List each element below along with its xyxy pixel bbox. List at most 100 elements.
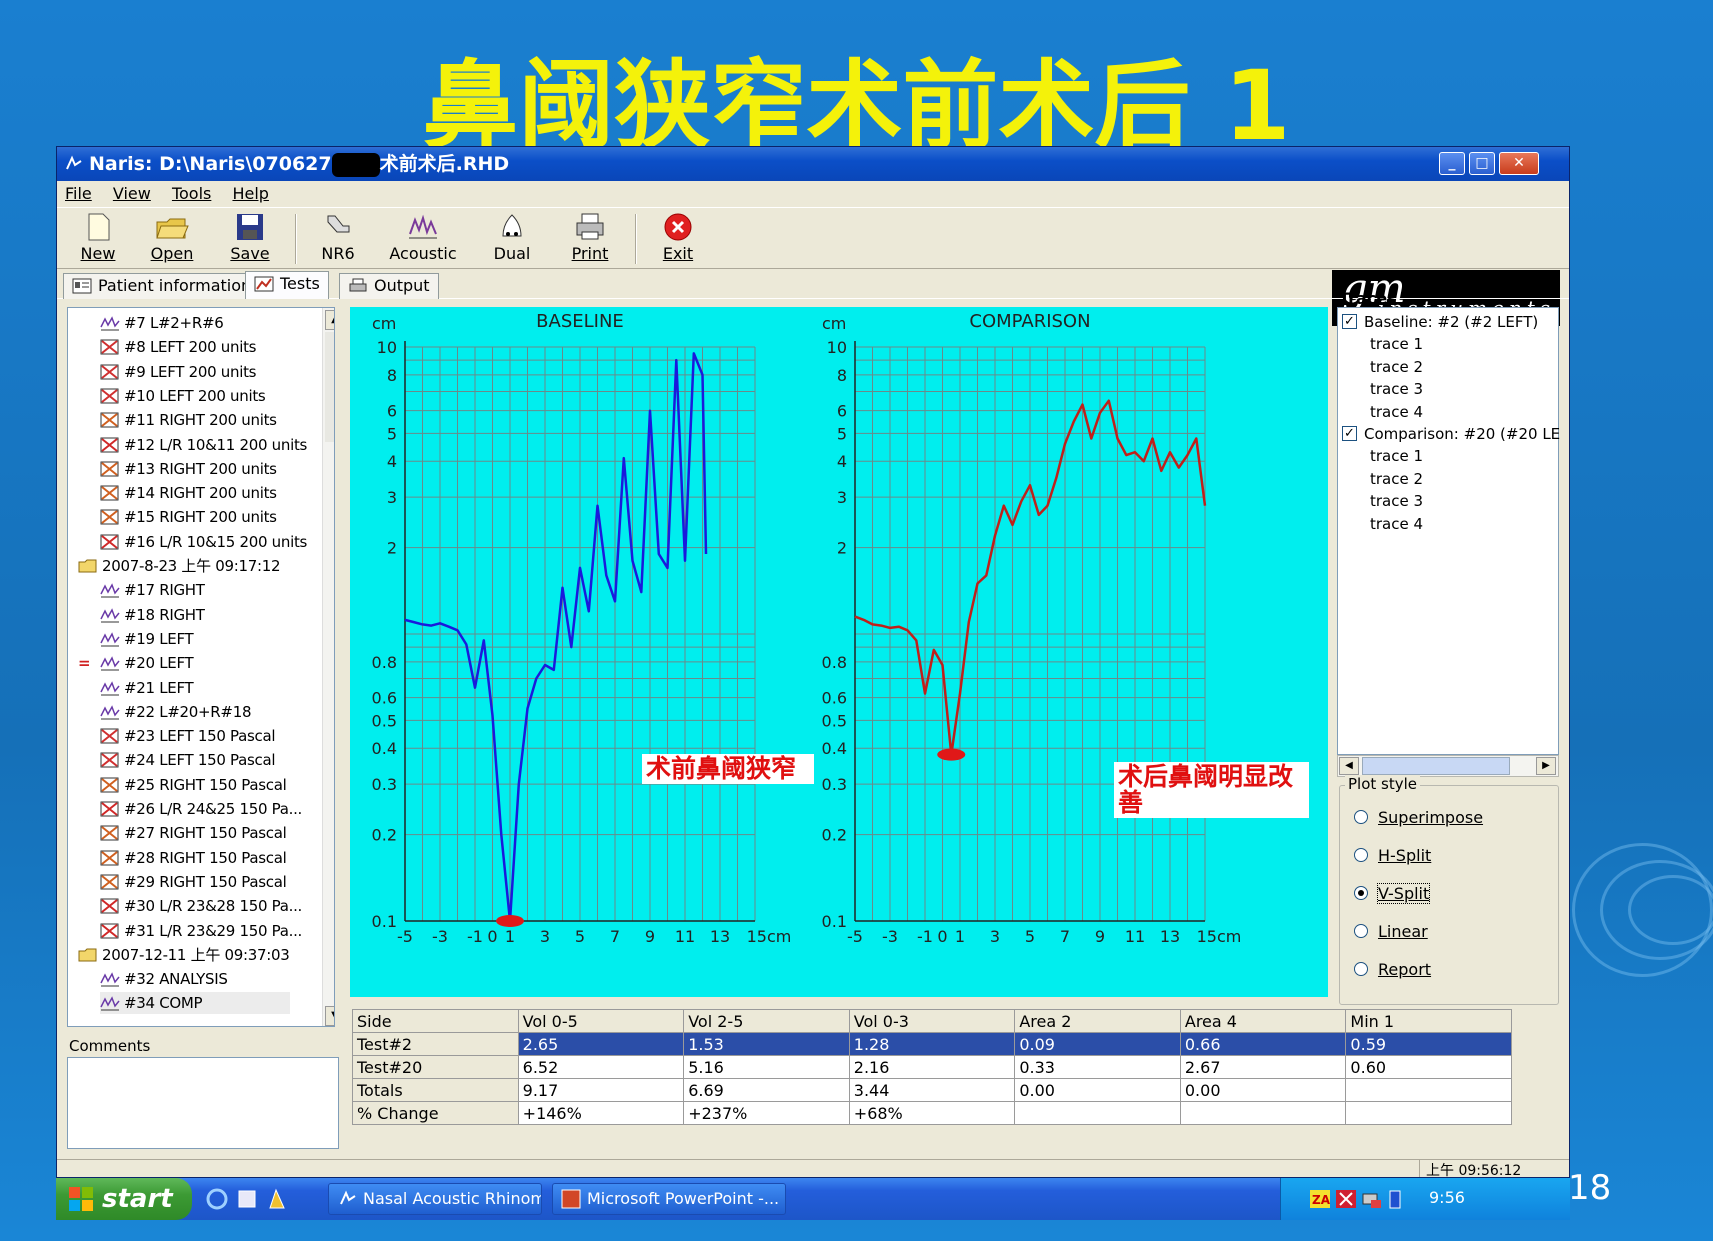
y-tick-label: 10 [827, 338, 847, 357]
trace-label: trace 1 [1370, 335, 1424, 354]
open-folder-icon [156, 218, 189, 239]
left-test-icon [100, 364, 119, 380]
ie-quicklaunch-icon[interactable] [206, 1188, 228, 1210]
row-header: Totals [352, 1078, 519, 1102]
acoustic-icon [409, 214, 437, 239]
trace-item[interactable]: trace 1 [1370, 446, 1569, 466]
radio-button[interactable] [1354, 924, 1368, 938]
tree-item-label: #21 LEFT [124, 678, 194, 697]
plot-style-report[interactable]: Report [1354, 960, 1569, 980]
app-quicklaunch-icon[interactable] [266, 1188, 288, 1210]
trace-item[interactable]: trace 4 [1370, 402, 1569, 422]
trace-group[interactable]: ✓ Baseline: #2 (#2 LEFT) [1342, 312, 1560, 332]
start-button[interactable]: start [56, 1178, 192, 1220]
acoustic-test-icon [100, 996, 120, 1011]
acoustic-test-icon [100, 680, 120, 695]
tab-output[interactable]: Output [339, 273, 439, 299]
y-tick-label: 8 [837, 366, 847, 385]
comments-textarea[interactable] [67, 1057, 339, 1149]
scroll-left-arrow[interactable]: ◀ [1339, 757, 1359, 775]
menu-bar: File View Tools Help [57, 181, 1569, 207]
exit-button[interactable]: Exit [643, 212, 713, 263]
taskbar-item-powerpoint[interactable]: Microsoft PowerPoint -... [552, 1183, 786, 1215]
table-cell [1345, 1078, 1512, 1102]
maximize-button[interactable]: □ [1469, 152, 1495, 175]
traces-horizontal-scrollbar[interactable]: ◀ ▶ [1337, 755, 1559, 777]
acoustic-button[interactable]: Acoustic [383, 212, 463, 263]
x-tick-label: 11 [1125, 927, 1145, 946]
scroll-right-arrow[interactable]: ▶ [1536, 757, 1556, 775]
x-tick-label: 7 [610, 927, 620, 946]
column-header[interactable]: Vol 0-5 [517, 1009, 685, 1033]
battery-tray-icon[interactable] [1387, 1188, 1403, 1210]
zonealarm-tray-icon[interactable]: ZA [1309, 1188, 1331, 1210]
scroll-thumb[interactable] [325, 332, 334, 442]
table-cell: 2.16 [848, 1055, 1016, 1079]
plot-style-superimpose[interactable]: Superimpose [1354, 808, 1569, 828]
table-row[interactable]: Test#2 2.65 1.53 1.28 0.09 0.66 0.59 [352, 1032, 1512, 1056]
window-titlebar[interactable]: Naris: D:\Naris\070627 术前术后.RHD _ □ ✕ [57, 147, 1569, 181]
table-row[interactable]: Test#20 6.52 5.16 2.16 0.33 2.67 0.60 [352, 1055, 1512, 1079]
menu-file[interactable]: File [65, 184, 92, 203]
antivirus-tray-icon[interactable] [1335, 1188, 1357, 1210]
trace-label: trace 4 [1370, 402, 1424, 421]
column-header[interactable]: Vol 2-5 [683, 1009, 850, 1033]
trace-item[interactable]: trace 4 [1370, 514, 1569, 534]
column-header[interactable]: Area 4 [1179, 1009, 1347, 1033]
y-tick-label: 2 [837, 539, 847, 558]
scroll-thumb[interactable] [1362, 757, 1510, 775]
trace-checkbox[interactable]: ✓ [1342, 426, 1357, 441]
tree-item-label: #32 ANALYSIS [124, 970, 228, 989]
menu-tools[interactable]: Tools [172, 184, 211, 203]
nr6-button[interactable]: NR6 [303, 212, 373, 263]
table-cell: 0.00 [1179, 1078, 1347, 1102]
table-row[interactable]: Totals 9.17 6.69 3.44 0.00 0.00 [352, 1078, 1512, 1102]
outlook-quicklaunch-icon[interactable] [236, 1188, 258, 1210]
network-tray-icon[interactable] [1361, 1188, 1383, 1210]
trace-item[interactable]: trace 2 [1370, 469, 1569, 489]
dual-button[interactable]: Dual [477, 212, 547, 263]
tests-chart-icon [254, 276, 274, 292]
menu-help[interactable]: Help [232, 184, 268, 203]
trace-checkbox[interactable]: ✓ [1342, 314, 1357, 329]
open-button[interactable]: Open [137, 212, 207, 263]
slide-page-number: 18 [1568, 1168, 1612, 1208]
tree-item-label: #23 LEFT 150 Pascal [124, 727, 276, 746]
column-header[interactable]: Side [352, 1009, 519, 1033]
radio-button[interactable] [1354, 810, 1368, 824]
print-button[interactable]: Print [555, 212, 625, 263]
new-button[interactable]: New [63, 212, 133, 263]
close-button[interactable]: ✕ [1499, 152, 1539, 175]
trace-group[interactable]: ✓ Comparison: #20 (#20 LEF [1342, 424, 1560, 444]
column-header[interactable]: Area 2 [1014, 1009, 1181, 1033]
radio-button[interactable] [1354, 848, 1368, 862]
trace-item[interactable]: trace 3 [1370, 491, 1569, 511]
menu-view[interactable]: View [113, 184, 151, 203]
x-tick-label: 9 [645, 927, 655, 946]
plot-style-linear[interactable]: Linear [1354, 922, 1569, 942]
tree-item[interactable]: #34 COMP [100, 992, 290, 1015]
plot-style-h-split[interactable]: H-Split [1354, 846, 1569, 866]
column-header[interactable]: Vol 0-3 [848, 1009, 1016, 1033]
radio-button[interactable] [1354, 886, 1368, 900]
radio-button[interactable] [1354, 962, 1368, 976]
trace-item[interactable]: trace 3 [1370, 379, 1569, 399]
tab-tests[interactable]: Tests [245, 271, 329, 299]
status-bar: 上午 09:56:12 [57, 1159, 1569, 1177]
plot-style-v-split[interactable]: V-Split [1354, 883, 1569, 904]
tree-item-label: #34 COMP [124, 994, 203, 1013]
tree-item-label: #12 L/R 10&11 200 units [124, 435, 308, 454]
taskbar-item-naris[interactable]: Nasal Acoustic Rhinom... [328, 1183, 542, 1215]
column-header[interactable]: Min 1 [1345, 1009, 1512, 1033]
tree-item-label: #16 L/R 10&15 200 units [124, 532, 308, 551]
scroll-down-arrow[interactable]: ▼ [325, 1006, 334, 1026]
trace-item[interactable]: trace 1 [1370, 334, 1569, 354]
naris-app-icon [340, 1190, 356, 1205]
minimize-button[interactable]: _ [1439, 152, 1465, 175]
table-row[interactable]: % Change +146% +237% +68% [352, 1101, 1512, 1125]
trace-item[interactable]: trace 2 [1370, 357, 1569, 377]
tab-patient-information[interactable]: Patient information [63, 273, 261, 299]
save-button[interactable]: Save [215, 212, 285, 263]
scroll-up-arrow[interactable]: ▲ [325, 310, 334, 330]
tree-scrollbar[interactable]: ▲ ▼ [322, 308, 334, 1026]
